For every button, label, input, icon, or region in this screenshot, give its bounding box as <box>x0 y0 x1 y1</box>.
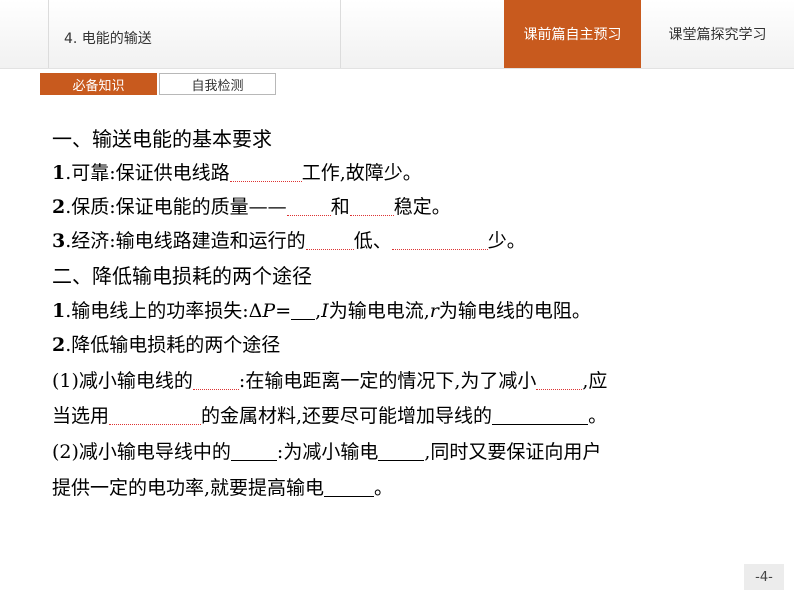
item-power-loss: 1.输电线上的功率损失:ΔP= ,I为输电电流,r为输电线的电阻。 <box>52 299 591 322</box>
divider <box>340 0 341 68</box>
item-reliable: 1.可靠:保证供电线路 工作,故障少。 <box>52 161 422 184</box>
subtab-knowledge[interactable]: 必备知识 <box>40 73 157 95</box>
answer-blank[interactable] <box>109 404 202 425</box>
section-heading-2: 二、降低输电损耗的两个途径 <box>52 264 312 288</box>
item-quality: 2.保质:保证电能的质量—— 和稳定。 <box>52 195 451 218</box>
answer-blank[interactable] <box>378 440 425 461</box>
subtab-self-check[interactable]: 自我检测 <box>159 73 276 95</box>
top-bar: 4. 电能的输送 课前篇自主预习 课堂篇探究学习 <box>0 0 794 69</box>
answer-blank[interactable] <box>286 195 331 216</box>
page-number: -4- <box>744 564 784 590</box>
item-way-2-line-2: 提供一定的电功率,就要提高输电。 <box>52 476 394 499</box>
tab-explore[interactable]: 课堂篇探究学习 <box>641 0 794 68</box>
item-two-ways: 2.降低输电损耗的两个途径 <box>52 334 281 356</box>
answer-blank[interactable] <box>291 299 316 320</box>
answer-blank[interactable] <box>192 369 239 390</box>
answer-blank[interactable] <box>229 161 302 182</box>
answer-blank[interactable] <box>492 404 589 425</box>
answer-blank[interactable] <box>305 229 354 250</box>
section-heading-1: 一、输送电能的基本要求 <box>52 127 272 151</box>
tab-preview[interactable]: 课前篇自主预习 <box>504 0 641 68</box>
answer-blank[interactable] <box>536 369 583 390</box>
divider <box>48 0 49 68</box>
lesson-title: 4. 电能的输送 <box>64 31 152 47</box>
item-way-1-line-1: (1)减小输电线的:在输电距离一定的情况下,为了减小 ,应 <box>52 369 608 392</box>
answer-blank[interactable] <box>230 440 277 461</box>
answer-blank[interactable] <box>324 476 375 497</box>
item-way-1-line-2: 当选用 的金属材料,还要尽可能增加导线的。 <box>52 404 608 427</box>
item-economic: 3.经济:输电线路建造和运行的 低、 少。 <box>52 229 526 252</box>
item-way-2-line-1: (2)减小输电导线中的:为减小输电 ,同时又要保证向用户 <box>52 440 602 463</box>
answer-blank[interactable] <box>349 195 394 216</box>
answer-blank[interactable] <box>391 229 488 250</box>
